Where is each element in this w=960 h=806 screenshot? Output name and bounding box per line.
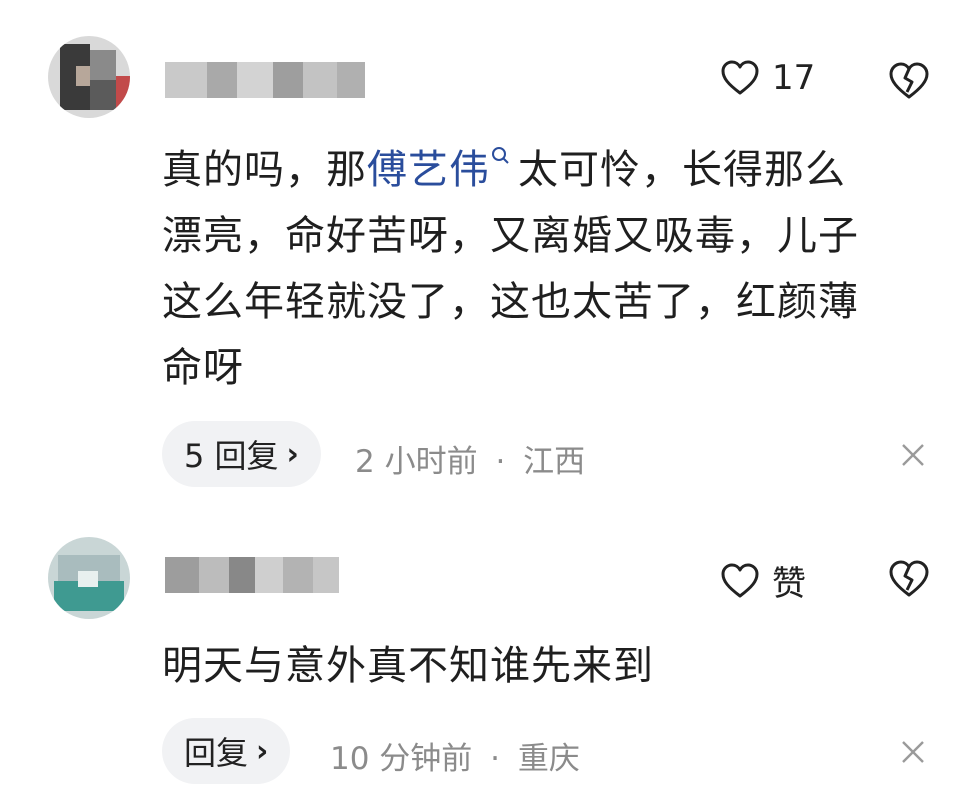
comment-line: 明天与意外真不知谁先来到 (162, 643, 654, 689)
comment-text: 明天与意外真不知谁先来到 (162, 633, 942, 699)
username-blurred[interactable] (165, 557, 339, 593)
comment-line: 命呀 (162, 345, 244, 391)
meta-separator: · (495, 444, 506, 480)
comment-time: 2 小时前 (355, 444, 478, 480)
comment-text-part: 太可怜，长得那么 (518, 147, 846, 193)
comment-text-part: 真的吗，那 (162, 147, 367, 193)
like-button[interactable]: 17 (720, 58, 815, 98)
heart-outline-icon (721, 563, 759, 597)
comment-location: 江西 (523, 444, 586, 480)
comment-meta: 10 分钟前 · 重庆 (330, 733, 580, 778)
like-label: 赞 (772, 564, 806, 604)
close-icon[interactable] (898, 440, 928, 470)
comment-time: 10 分钟前 (330, 741, 473, 777)
like-button[interactable]: 赞 (720, 556, 806, 605)
avatar[interactable] (48, 537, 130, 619)
heart-outline-icon (721, 60, 759, 95)
reply-button[interactable]: 回复 › (162, 718, 291, 784)
comment-location: 重庆 (517, 741, 580, 777)
broken-heart-icon[interactable] (888, 60, 930, 102)
comment-text: 真的吗，那傅艺伟 太可怜，长得那么 漂亮，命好苦呀，又离婚又吸毒，儿子 这么年轻就… (162, 137, 942, 401)
chevron-right-icon: › (256, 733, 269, 769)
comment-meta: 2 小时前 · 江西 (355, 436, 585, 481)
username-blurred[interactable] (165, 62, 365, 98)
meta-separator: · (490, 741, 501, 777)
broken-heart-icon[interactable] (888, 558, 930, 600)
reply-label: 回复 (184, 734, 249, 772)
search-icon[interactable] (490, 145, 512, 167)
chevron-right-icon: › (286, 436, 299, 472)
search-link[interactable]: 傅艺伟 (367, 147, 490, 193)
like-count: 17 (772, 58, 816, 98)
comment-line: 这么年轻就没了，这也太苦了，红颜薄 (162, 279, 859, 325)
close-icon[interactable] (898, 737, 928, 767)
reply-label: 5 回复 (184, 437, 279, 475)
comment-line: 漂亮，命好苦呀，又离婚又吸毒，儿子 (162, 213, 859, 259)
view-replies-button[interactable]: 5 回复 › (162, 421, 321, 487)
avatar[interactable] (48, 36, 130, 118)
